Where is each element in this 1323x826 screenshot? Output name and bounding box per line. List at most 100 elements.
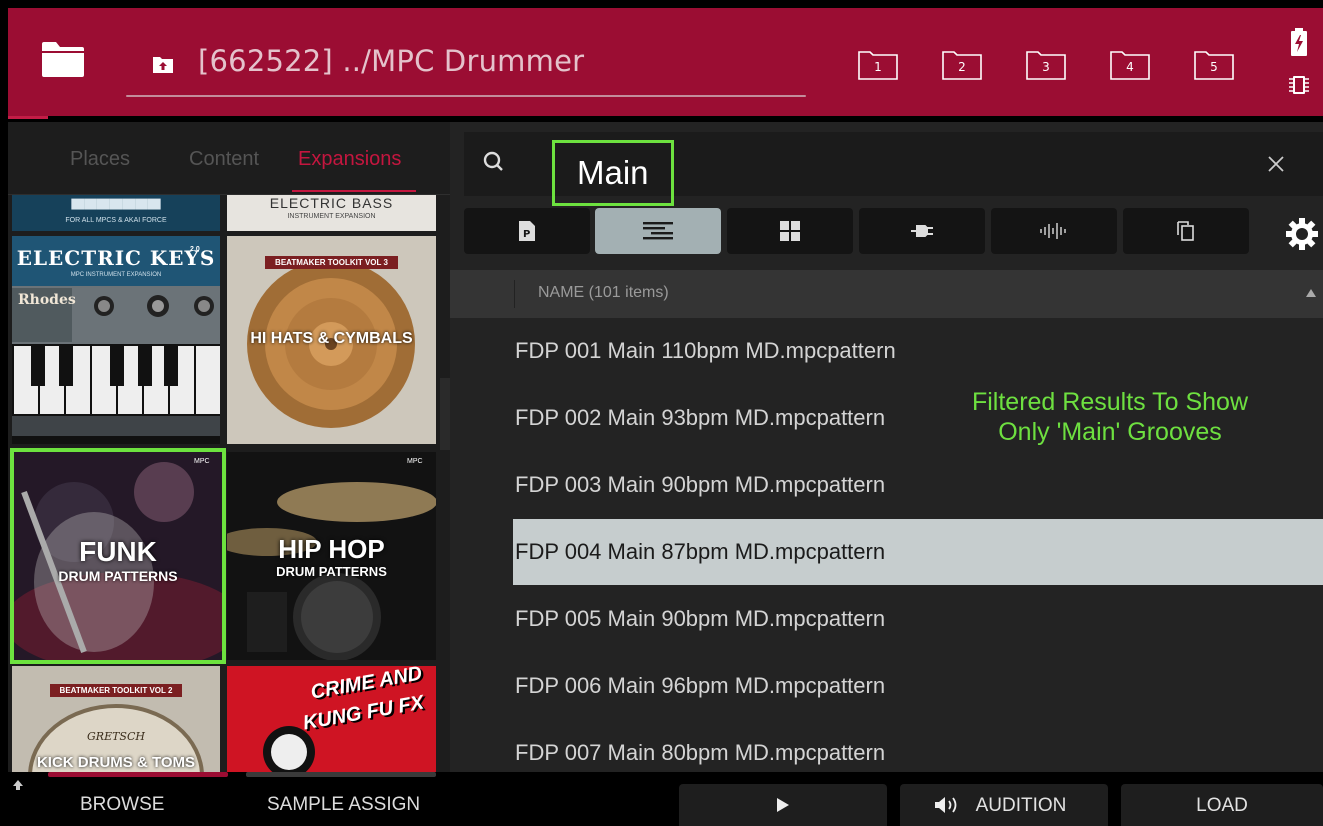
- column-header-label: NAME (101 items): [538, 284, 669, 301]
- list-item-selected[interactable]: FDP 004 Main 87bpm MD.mpcpattern: [513, 519, 1323, 585]
- battery-charging-icon: [1291, 28, 1307, 56]
- header-progress: [8, 116, 48, 119]
- load-button[interactable]: LOAD: [1121, 784, 1323, 826]
- storage-chip-icon: [1289, 76, 1309, 94]
- location-label: 5: [1210, 60, 1218, 74]
- list-item[interactable]: FDP 005 Main 90bpm MD.mpcpattern: [513, 586, 1323, 652]
- tile-brand: GRETSCH: [87, 730, 145, 743]
- expansion-tile-crime-kung-fu[interactable]: CRIME AND KUNG FU FX: [227, 666, 436, 772]
- tile-caption: MPC INSTRUMENT EXPANSION: [70, 272, 162, 278]
- plugin-icon: [911, 225, 933, 237]
- location-button-1[interactable]: 1: [858, 50, 898, 80]
- tile-title: HIP HOP: [278, 534, 385, 564]
- copy-icon: [1177, 221, 1194, 241]
- folder-up-icon[interactable]: [152, 54, 174, 74]
- filter-sample-button[interactable]: [991, 208, 1117, 254]
- location-button-5[interactable]: 5: [1194, 50, 1234, 80]
- expansion-tile-electric-keys[interactable]: ELECTRIC KEYS 2.0 MPC INSTRUMENT EXPANSI…: [12, 236, 220, 444]
- filter-plugin-button[interactable]: [859, 208, 985, 254]
- tile-series: BEATMAKER TOOLKIT VOL 3: [265, 256, 398, 269]
- active-tab-indicator: [292, 190, 416, 192]
- tile-caption: FOR ALL MPCS & AKAI FORCE: [65, 217, 167, 224]
- sequence-icon: [643, 222, 673, 240]
- arrow-up-icon[interactable]: [10, 778, 26, 794]
- tile-title: KICK DRUMS & TOMS: [36, 754, 196, 771]
- annotation-line-1: Filtered Results To Show: [971, 388, 1249, 416]
- filter-sequence-button[interactable]: [595, 208, 721, 254]
- tile-brand: Rhodes: [18, 292, 76, 308]
- location-button-2[interactable]: 2: [942, 50, 982, 80]
- tile-title: ELECTRIC BASS: [269, 195, 394, 211]
- expansion-tile-hip-hop[interactable]: MPC HIP HOP DRUM PATTERNS: [227, 452, 436, 660]
- tile-subtitle: DRUM PATTERNS: [276, 564, 387, 579]
- tile-small-badge: MPC: [194, 458, 210, 465]
- list-item[interactable]: FDP 001 Main 110bpm MD.mpcpattern: [513, 318, 1323, 384]
- tab-expansions[interactable]: Expansions: [298, 148, 401, 171]
- play-icon: [777, 798, 789, 812]
- expansion-tile-hi-hats[interactable]: BEATMAKER TOOLKIT VOL 3 HI HATS & CYMBAL…: [227, 236, 436, 444]
- tile-title: FUNK: [79, 536, 157, 567]
- list-item[interactable]: FDP 006 Main 96bpm MD.mpcpattern: [513, 653, 1323, 719]
- gear-icon[interactable]: [1284, 216, 1320, 252]
- location-label: 4: [1126, 60, 1134, 74]
- tile-series: BEATMAKER TOOLKIT VOL 2: [50, 684, 182, 697]
- column-divider: [514, 280, 515, 308]
- location-label: 2: [958, 60, 966, 74]
- file-name: FDP 006 Main 96bpm MD.mpcpattern: [515, 673, 886, 698]
- header: [662522] ../MPC Drummer 1 2 3 4 5: [0, 0, 1323, 119]
- search-bar: [464, 132, 1323, 206]
- file-name: FDP 005 Main 90bpm MD.mpcpattern: [515, 606, 886, 631]
- bottom-accent: [48, 772, 228, 777]
- load-label: LOAD: [1196, 795, 1248, 816]
- tab-content[interactable]: Content: [189, 148, 259, 171]
- tile-version: 2.0: [190, 246, 200, 253]
- path-underline: [126, 95, 806, 97]
- svg-text:P: P: [523, 229, 530, 240]
- file-name: FDP 003 Main 90bpm MD.mpcpattern: [515, 472, 886, 497]
- expansion-tile-partial-left[interactable]: ▀▀▀▀▀▀▀ FOR ALL MPCS & AKAI FORCE: [12, 195, 220, 231]
- audition-label: AUDITION: [975, 795, 1067, 816]
- tile-caption: INSTRUMENT EXPANSION: [287, 213, 376, 220]
- right-panel: P: [450, 122, 1323, 772]
- current-path: [662522] ../MPC Drummer: [198, 44, 585, 78]
- bottom-accent-secondary: [246, 772, 436, 777]
- file-name: FDP 007 Main 80bpm MD.mpcpattern: [515, 740, 886, 765]
- left-scrollbar[interactable]: [440, 378, 450, 450]
- annotation-callout: Filtered Results To Show Only 'Main' Gro…: [940, 387, 1280, 447]
- folder-icon[interactable]: [40, 40, 86, 78]
- expansion-tile-funk[interactable]: MPC FUNK DRUM PATTERNS: [10, 448, 226, 664]
- tile-subtitle: DRUM PATTERNS: [58, 568, 178, 584]
- tile-title: HI HATS & CYMBALS: [250, 330, 413, 347]
- filter-program-button[interactable]: P: [464, 208, 590, 254]
- tab-places[interactable]: Places: [70, 148, 130, 171]
- filter-pads-button[interactable]: [727, 208, 853, 254]
- name-column-header[interactable]: NAME (101 items): [450, 270, 1323, 318]
- annotation-line-2: Only 'Main' Grooves: [998, 418, 1222, 446]
- file-name: FDP 001 Main 110bpm MD.mpcpattern: [515, 338, 896, 363]
- file-name: FDP 002 Main 93bpm MD.mpcpattern: [515, 405, 886, 430]
- filter-all-button[interactable]: [1123, 208, 1249, 254]
- file-name: FDP 004 Main 87bpm MD.mpcpattern: [515, 539, 886, 564]
- location-button-3[interactable]: 3: [1026, 50, 1066, 80]
- list-item[interactable]: FDP 007 Main 80bpm MD.mpcpattern: [513, 720, 1323, 772]
- audition-button[interactable]: AUDITION: [900, 784, 1108, 826]
- list-item[interactable]: FDP 003 Main 90bpm MD.mpcpattern: [513, 452, 1323, 518]
- close-icon[interactable]: [1266, 154, 1286, 174]
- location-label: 1: [874, 60, 882, 74]
- program-icon: P: [519, 221, 535, 241]
- browse-button[interactable]: BROWSE: [80, 794, 164, 816]
- search-icon: [483, 151, 503, 171]
- sort-ascending-icon[interactable]: [1305, 288, 1317, 298]
- pads-icon: [780, 221, 800, 241]
- sample-waveform-icon: [1040, 223, 1066, 239]
- search-input[interactable]: [552, 140, 674, 206]
- tile-small-badge: MPC: [407, 458, 423, 465]
- location-button-4[interactable]: 4: [1110, 50, 1150, 80]
- location-label: 3: [1042, 60, 1050, 74]
- left-panel: Places Content Expansions ▀▀▀▀▀▀▀ FOR AL…: [8, 122, 450, 772]
- play-button[interactable]: [679, 784, 887, 826]
- tile-title: ELECTRIC KEYS: [16, 246, 216, 270]
- expansion-tile-electric-bass[interactable]: ELECTRIC BASS INSTRUMENT EXPANSION: [227, 195, 436, 231]
- expansion-tile-kick-drums[interactable]: BEATMAKER TOOLKIT VOL 2 GRETSCH KICK DRU…: [12, 666, 220, 772]
- sample-assign-button[interactable]: SAMPLE ASSIGN: [267, 794, 420, 816]
